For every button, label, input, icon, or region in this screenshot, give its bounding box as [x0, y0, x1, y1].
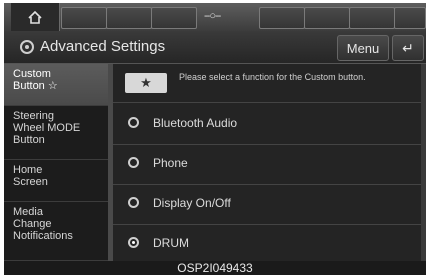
- status-segment: [394, 7, 426, 29]
- page-title: Advanced Settings: [40, 38, 166, 55]
- status-segment: [259, 7, 305, 29]
- option-label: Bluetooth Audio: [153, 116, 238, 130]
- status-segment: [61, 7, 107, 29]
- head-unit-screen: --○-- Advanced Settings Menu ↵ Custom Bu…: [4, 3, 426, 261]
- option-display-on-off[interactable]: Display On/Off: [113, 184, 426, 225]
- radio-button[interactable]: [128, 117, 139, 128]
- gear-icon: [20, 40, 34, 54]
- option-label: DRUM: [153, 236, 189, 250]
- option-list: ★ Please select a function for the Custo…: [113, 64, 426, 261]
- sidebar-item-media-change-notifications[interactable]: Media Change Notifications: [4, 202, 108, 261]
- scrollbar[interactable]: [421, 64, 426, 261]
- sidebar-item-custom-button[interactable]: Custom Button ☆: [4, 64, 108, 106]
- option-phone[interactable]: Phone: [113, 144, 426, 185]
- sidebar-item-home-screen[interactable]: Home Screen: [4, 160, 108, 202]
- option-label: Display On/Off: [153, 196, 231, 210]
- option-label: Phone: [153, 156, 188, 170]
- notice-text: Please select a function for the Custom …: [179, 72, 366, 82]
- star-icon: ★: [140, 75, 152, 90]
- menu-button[interactable]: Menu: [337, 35, 389, 61]
- back-icon: ↵: [402, 39, 414, 56]
- notice-row: ★ Please select a function for the Custo…: [113, 64, 426, 103]
- status-segment: [349, 7, 395, 29]
- status-bar: --○--: [4, 3, 426, 31]
- option-drum[interactable]: DRUM: [113, 224, 426, 261]
- home-button[interactable]: [11, 3, 60, 31]
- status-segment: [106, 7, 152, 29]
- option-bluetooth-audio[interactable]: Bluetooth Audio: [113, 104, 426, 145]
- back-button[interactable]: ↵: [392, 35, 424, 61]
- sidebar-item-steering-wheel-mode-button[interactable]: Steering Wheel MODE Button: [4, 106, 108, 160]
- figure-caption: OSP2I049433: [4, 261, 426, 275]
- sidebar: Custom Button ☆ Steering Wheel MODE Butt…: [4, 64, 108, 261]
- status-segment: [151, 7, 197, 29]
- radio-button[interactable]: [128, 197, 139, 208]
- star-button[interactable]: ★: [125, 73, 167, 93]
- home-icon: [28, 10, 42, 24]
- radio-button[interactable]: [128, 157, 139, 168]
- status-segment: [304, 7, 350, 29]
- title-bar: Advanced Settings Menu ↵: [4, 31, 426, 64]
- radio-button-selected[interactable]: [128, 237, 139, 248]
- connection-icon: --○--: [204, 10, 221, 22]
